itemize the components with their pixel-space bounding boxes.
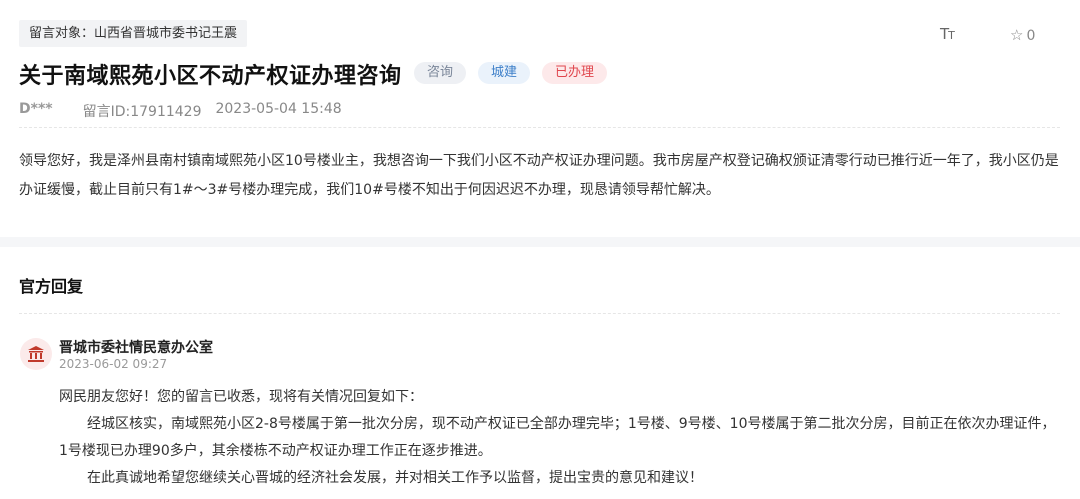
message-meta: D*** 留言ID:17911429 2023-05-04 15:48 bbox=[19, 101, 342, 121]
message-title: 关于南域熙苑小区不动产权证办理咨询 bbox=[19, 64, 402, 89]
reply-paragraph: 在此真诚地希望您继续关心晋城的经济社会发展，并对相关工作予以监督，提出宝贵的意见… bbox=[87, 470, 703, 486]
category-badge: 咨询 bbox=[414, 62, 467, 84]
message-id: 留言ID:17911429 bbox=[82, 104, 202, 120]
font-size-icon: TT bbox=[940, 25, 955, 43]
badge-group: 咨询 城建 已办理 bbox=[414, 62, 608, 84]
reply-section-title: 官方回复 bbox=[19, 277, 84, 296]
target-label: 留言对象： bbox=[29, 26, 95, 41]
status-badge: 已办理 bbox=[542, 62, 608, 84]
reply-time: 2023-06-02 09:27 bbox=[59, 357, 168, 371]
reply-body: 网民朋友您好！您的留言已收悉，现将有关情况回复如下： 经城区核实，南域熙苑小区2… bbox=[59, 384, 1064, 492]
section-separator bbox=[0, 237, 1080, 247]
reply-org-name: 晋城市委社情民意办公室 bbox=[59, 340, 213, 356]
message-datetime: 2023-05-04 15:48 bbox=[215, 101, 342, 117]
message-content: 领导您好，我是泽州县南村镇南域熙苑小区10号楼业主，我想咨询一下我们小区不动产权… bbox=[19, 153, 1059, 198]
message-target-tag: 留言对象：山西省晋城市委书记王震 bbox=[19, 20, 248, 47]
author-name: D*** bbox=[19, 101, 53, 117]
government-building-icon bbox=[20, 338, 52, 370]
reply-paragraph: 经城区核实，南域熙苑小区2-8号楼属于第一批次分房，现不动产权证已全部办理完毕；… bbox=[59, 416, 1056, 459]
divider bbox=[19, 127, 1060, 128]
star-icon: ☆ bbox=[1010, 26, 1024, 44]
reply-greeting: 网民朋友您好！您的留言已收悉，现将有关情况回复如下： bbox=[59, 389, 423, 405]
divider bbox=[19, 313, 1060, 314]
favorite-count: 0 bbox=[1026, 28, 1036, 44]
font-size-button[interactable]: TT bbox=[940, 25, 955, 43]
target-value[interactable]: 山西省晋城市委书记王震 bbox=[94, 26, 237, 41]
favorite-button[interactable]: ☆ 0 bbox=[1010, 26, 1035, 44]
domain-badge: 城建 bbox=[478, 62, 531, 84]
